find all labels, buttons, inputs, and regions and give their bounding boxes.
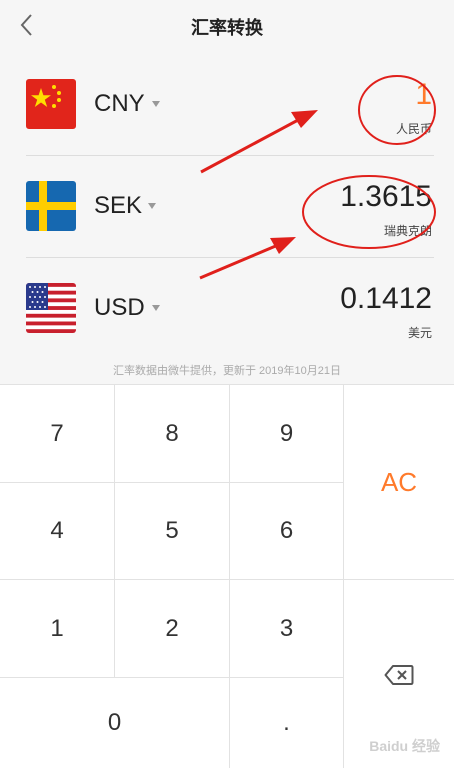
- china-flag-icon: [26, 79, 76, 129]
- watermark: Baidu 经验: [369, 738, 440, 754]
- currency-amount[interactable]: 1.3615: [340, 180, 432, 214]
- currency-amount[interactable]: 1: [415, 78, 432, 112]
- key-0[interactable]: 0: [0, 678, 230, 768]
- number-keypad: 7 8 9 4 5 6 1 2 3 0 . AC: [0, 384, 454, 768]
- usa-flag-icon: [26, 283, 76, 333]
- sweden-flag-icon: [26, 181, 76, 231]
- currency-row-usd[interactable]: USD 0.1412 美元: [0, 258, 454, 360]
- currency-name: 瑞典克朗: [383, 224, 432, 238]
- caret-down-icon[interactable]: [152, 305, 160, 311]
- currency-row-cny[interactable]: CNY 1 人民币: [0, 54, 454, 156]
- key-1[interactable]: 1: [0, 580, 115, 678]
- key-7[interactable]: 7: [0, 385, 115, 483]
- key-6[interactable]: 6: [230, 483, 344, 580]
- key-decimal[interactable]: .: [230, 678, 344, 768]
- caret-down-icon[interactable]: [152, 101, 160, 107]
- rate-source-note: 汇率数据由微牛提供，更新于 2019年10月21日: [113, 365, 341, 377]
- caret-down-icon[interactable]: [148, 203, 156, 209]
- clear-button[interactable]: AC: [344, 385, 454, 580]
- title-bar: 汇率转换: [0, 0, 454, 50]
- currency-code[interactable]: CNY: [94, 90, 145, 118]
- key-2[interactable]: 2: [115, 580, 230, 678]
- backspace-icon: [384, 664, 414, 685]
- key-9[interactable]: 9: [230, 385, 344, 483]
- key-3[interactable]: 3: [230, 580, 344, 678]
- currency-code[interactable]: SEK: [94, 192, 142, 220]
- currency-name: 人民币: [395, 122, 432, 136]
- key-8[interactable]: 8: [115, 385, 230, 483]
- currency-code[interactable]: USD: [94, 294, 145, 322]
- currency-name: 美元: [407, 326, 432, 340]
- currency-amount[interactable]: 0.1412: [340, 282, 432, 316]
- key-5[interactable]: 5: [115, 483, 230, 580]
- page-title: 汇率转换: [191, 18, 263, 38]
- key-4[interactable]: 4: [0, 483, 115, 580]
- currency-row-sek[interactable]: SEK 1.3615 瑞典克朗: [0, 156, 454, 258]
